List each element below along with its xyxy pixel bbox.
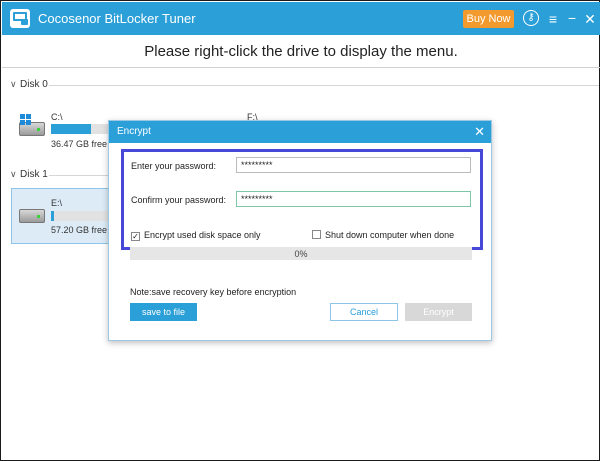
instruction-message: Please right-click the drive to display … [144,43,458,60]
close-icon[interactable]: ✕ [474,124,485,140]
recovery-note: Note:save recovery key before encryption [130,287,297,297]
key-icon[interactable]: ⚷ [523,10,539,26]
drive-name: C:\ [51,112,63,122]
drive-name: E:\ [51,198,63,208]
encryption-progress-bar: 0% [130,247,472,260]
shutdown-when-done-checkbox[interactable]: Shut down computer when done [312,230,454,240]
drive-e[interactable]: E:\ 57.20 GB free of [11,188,117,244]
drive-usage-bar [51,211,109,221]
dialog-title-bar: Encrypt ✕ [109,121,491,143]
chevron-down-icon: ∨ [10,169,17,179]
disk-0-label[interactable]: ∨ Disk 0 [10,79,48,90]
menu-icon[interactable]: ≡ [546,11,560,27]
disk-1-separator [49,175,109,176]
drive-usage-bar [51,124,108,134]
disk-0-separator [49,85,599,86]
title-bar: Cocosenor BitLocker Tuner Buy Now ⚷ ≡ − … [2,2,600,35]
app-window: Cocosenor BitLocker Tuner Buy Now ⚷ ≡ − … [0,0,600,461]
checkbox-unchecked-icon [312,230,321,239]
disk-1-label[interactable]: ∨ Disk 1 [10,169,48,180]
confirm-password-label: Confirm your password: [131,195,227,205]
confirm-password-field[interactable]: ********* [236,191,471,207]
dialog-title: Encrypt [117,126,151,137]
encrypt-button[interactable]: Encrypt [405,303,472,321]
header-divider [2,67,600,68]
buy-now-button[interactable]: Buy Now [463,10,514,28]
save-to-file-button[interactable]: save to file [130,303,197,321]
cancel-button[interactable]: Cancel [330,303,398,321]
close-icon[interactable]: ✕ [583,11,597,27]
app-logo-icon [10,9,30,28]
checkbox-checked-icon: ✓ [131,232,140,241]
password-field[interactable]: ********* [236,157,471,173]
chevron-down-icon: ∨ [10,79,17,89]
app-title: Cocosenor BitLocker Tuner [38,11,196,26]
windows-logo-icon [20,114,31,125]
encrypt-used-space-checkbox[interactable]: ✓ Encrypt used disk space only [131,230,261,241]
hard-drive-icon [19,209,45,223]
password-label: Enter your password: [131,161,217,171]
minimize-icon[interactable]: − [565,10,579,26]
